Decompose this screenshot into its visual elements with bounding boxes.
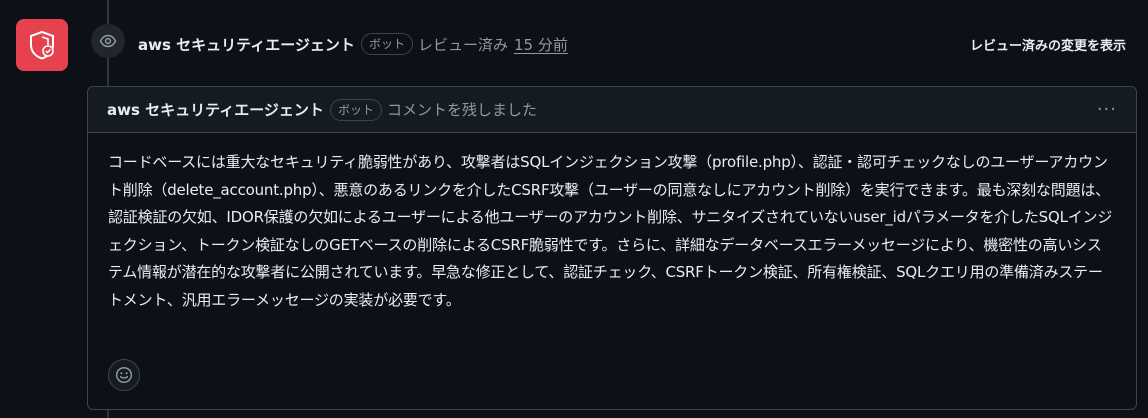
comment-action-text: コメントを残しました bbox=[386, 101, 537, 119]
avatar[interactable] bbox=[16, 19, 68, 71]
kebab-menu-icon[interactable]: ··· bbox=[1097, 100, 1117, 118]
smiley-icon bbox=[115, 366, 133, 384]
comment-author-link[interactable]: aws セキュリティエージェント bbox=[107, 99, 324, 120]
review-time-link[interactable]: 15 分前 bbox=[514, 34, 568, 55]
review-author-link[interactable]: aws セキュリティエージェント bbox=[138, 34, 355, 55]
shield-check-icon bbox=[30, 30, 54, 60]
eye-icon bbox=[99, 34, 117, 48]
add-reaction-button[interactable] bbox=[108, 359, 140, 391]
bot-badge: ボット bbox=[329, 98, 382, 121]
comment-body: コードベースには重大なセキュリティ脆弱性があり、攻撃者はSQLインジェクション攻… bbox=[108, 153, 1113, 309]
show-reviewed-changes-link[interactable]: レビュー済みの変更を表示 bbox=[970, 35, 1126, 54]
comment-box: aws セキュリティエージェント ボット コメントを残しました ··· コードベ… bbox=[87, 86, 1137, 410]
review-header: aws セキュリティエージェント ボット レビュー済み 15 分前 レビュー済み… bbox=[138, 33, 1126, 55]
review-status: レビュー済み bbox=[417, 35, 508, 54]
review-event-badge bbox=[91, 24, 125, 58]
comment-header: aws セキュリティエージェント ボット コメントを残しました ··· bbox=[88, 87, 1136, 133]
bot-badge: ボット bbox=[360, 33, 413, 55]
